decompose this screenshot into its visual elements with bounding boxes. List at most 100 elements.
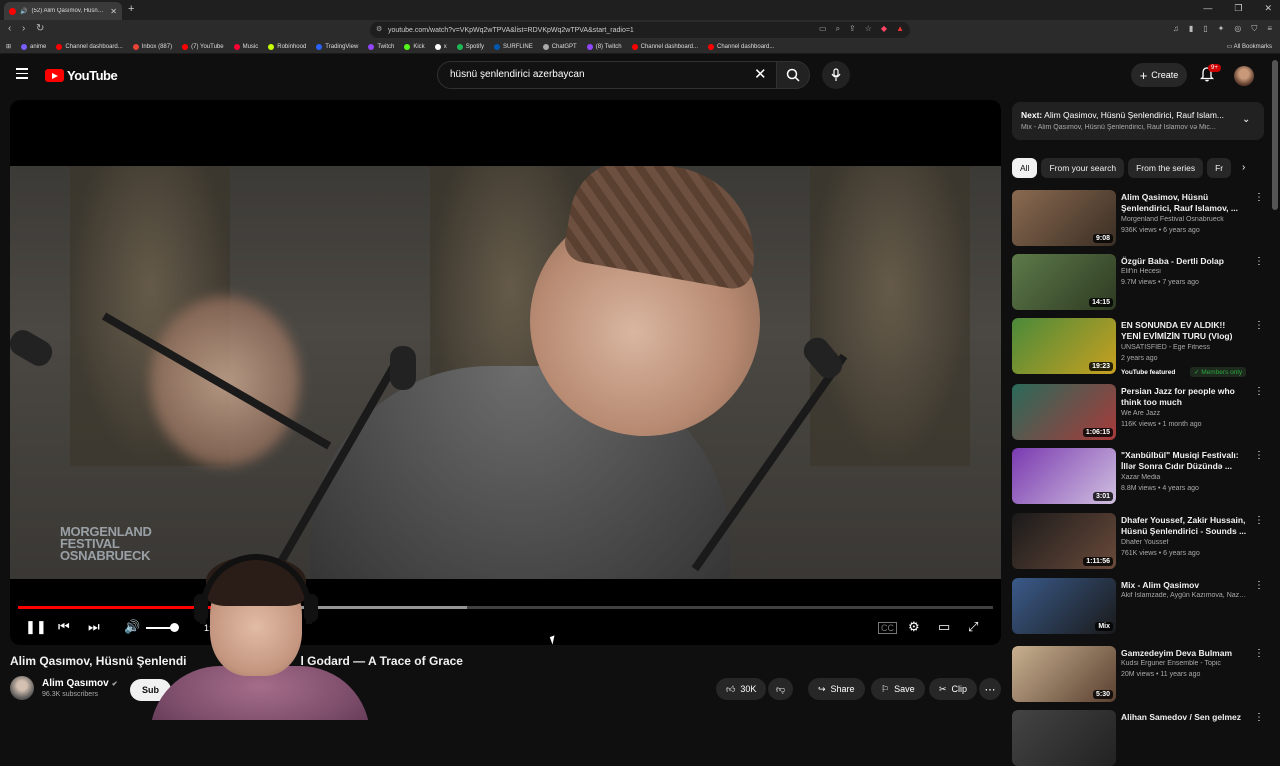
chip-from-your-search[interactable]: From your search (1041, 158, 1125, 178)
browser-tab[interactable]: 🔊 (52) Alim Qasımov, Hüsnü Şe ✕ (4, 2, 122, 20)
sidebar-icon[interactable]: ▮ (1189, 24, 1193, 34)
bookmark-anime[interactable]: anime (21, 43, 46, 50)
apps-icon[interactable]: ⊞ (6, 43, 11, 50)
site-info-icon[interactable]: ⚙ (376, 25, 382, 33)
menu-icon[interactable]: ≡ (1267, 24, 1272, 34)
shield-icon[interactable]: ⛉ (1251, 24, 1257, 34)
recommendation-channel[interactable]: Kudsi Erguner Ensemble - Topic (1121, 660, 1247, 667)
fullscreen-icon[interactable]: ⤢ (968, 619, 978, 635)
save-button[interactable]: ⚐ Save (871, 678, 925, 700)
close-tab-icon[interactable]: ✕ (110, 7, 117, 16)
recommendation-title[interactable]: "Xanbülbül" Musiqi Festivalı: İllər Sonr… (1121, 450, 1247, 472)
bookmark-star-icon[interactable]: ☆ (865, 24, 872, 34)
recommendation-title[interactable]: Mix - Alim Qasimov (1121, 580, 1247, 591)
recommendation-channel[interactable]: Akif Islamzade, Aygün Kazımova, Nazak... (1121, 592, 1247, 599)
reload-icon[interactable]: ↻ (36, 23, 44, 34)
bookmark-kick[interactable]: Kick (404, 43, 425, 50)
video-thumbnail[interactable]: 14:15 (1012, 254, 1116, 310)
recommendation-item[interactable]: 19:23 EN SONUNDA EV ALDIK!! YENİ EVİMİZİN… (1012, 318, 1264, 377)
more-options-icon[interactable]: ⋮ (1254, 712, 1264, 723)
recommendation-item[interactable]: 1:06:15 Persian Jazz for people who think… (1012, 384, 1264, 440)
video-thumbnail[interactable]: 1:06:15 (1012, 384, 1116, 440)
new-tab-button[interactable]: + (128, 3, 134, 15)
recommendation-item[interactable]: Alihan Samedov / Sen gelmez ⋮ (1012, 710, 1264, 766)
bookmark-youtube[interactable]: (7) YouTube (182, 43, 224, 50)
more-actions-icon[interactable]: ⋯ (979, 678, 1001, 700)
recommendation-title[interactable]: EN SONUNDA EV ALDIK!! YENİ EVİMİZİN TURU… (1121, 320, 1247, 342)
recommendation-channel[interactable]: We Are Jazz (1121, 410, 1247, 417)
extensions-icon[interactable]: ✦ (1218, 24, 1225, 34)
recommendation-channel[interactable]: Elif'in Hecesi (1121, 268, 1247, 275)
bookmark-surfline[interactable]: SURFLINE (494, 43, 533, 50)
hamburger-menu-icon[interactable] (16, 68, 28, 79)
video-frame[interactable]: MORGENLAND FESTIVAL OSNABRUECK (10, 166, 1001, 579)
media-icon[interactable]: ♫ (1173, 24, 1179, 34)
recommendation-channel[interactable]: UNSATISFIED - Ege Fitness (1121, 344, 1247, 351)
recommendation-item[interactable]: Mix Mix - Alim Qasimov Akif Islamzade, Ayg… (1012, 578, 1264, 634)
bookmark-robinhood[interactable]: Robinhood (268, 43, 306, 50)
more-options-icon[interactable]: ⋮ (1254, 648, 1264, 659)
bookmark-spotify[interactable]: Spotify (456, 43, 484, 50)
recommendation-item[interactable]: 3:01 "Xanbülbül" Musiqi Festivalı: İllər … (1012, 448, 1264, 504)
zoom-icon[interactable]: ⌕ (836, 24, 840, 34)
recommendation-channel[interactable]: Dhafer Youssef (1121, 539, 1247, 546)
chip-from-the-series[interactable]: From the series (1128, 158, 1204, 178)
video-thumbnail[interactable]: 9:08 (1012, 190, 1116, 246)
bookmark-channel-dashboard-3[interactable]: Channel dashboard... (708, 43, 774, 50)
video-thumbnail[interactable]: Mix (1012, 578, 1116, 634)
chip-all[interactable]: All (1012, 158, 1038, 178)
recommendation-title[interactable]: Alihan Samedov / Sen gelmez (1121, 712, 1247, 723)
maximize-button[interactable]: ❐ (1234, 3, 1242, 14)
recommendation-channel[interactable]: Morgenland Festival Osnabrueck (1121, 216, 1247, 223)
recommendation-item[interactable]: 9:08 Alim Qasimov, Hüsnü Şenlendirici, Ra… (1012, 190, 1264, 246)
minimize-button[interactable]: — (1203, 3, 1212, 14)
recommendation-title[interactable]: Özgür Baba - Dertli Dolap (1121, 256, 1247, 267)
video-thumbnail[interactable]: 5:30 (1012, 646, 1116, 702)
video-thumbnail[interactable]: 19:23 (1012, 318, 1116, 374)
captions-icon[interactable]: CC (878, 622, 897, 634)
search-input[interactable]: hüsnü şenlendirici azerbaycan (437, 61, 777, 89)
volume-icon[interactable]: 🔊 (124, 619, 140, 635)
bookmark-channel-dashboard-1[interactable]: Channel dashboard... (56, 43, 123, 50)
brave-shield-icon[interactable]: ◆ (881, 24, 887, 34)
all-bookmarks-button[interactable]: ▭ All Bookmarks (1227, 43, 1272, 50)
clip-button[interactable]: ✂ Clip (929, 678, 978, 700)
bookmark-twitch[interactable]: Twitch (368, 43, 394, 50)
more-options-icon[interactable]: ⋮ (1254, 515, 1264, 526)
create-button[interactable]: + Create (1131, 63, 1187, 87)
bookmark-twitch-2[interactable]: (8) Twitch (586, 43, 622, 50)
channel-avatar[interactable] (10, 676, 34, 700)
bookmark-music[interactable]: Music (233, 43, 258, 50)
cast-icon[interactable]: ▭ (819, 24, 827, 34)
like-button[interactable]: 👍︎ 30K (716, 678, 767, 700)
youtube-logo[interactable]: YouTube (45, 68, 118, 83)
forward-icon[interactable]: › (22, 23, 25, 34)
bookmark-channel-dashboard-2[interactable]: Channel dashboard... (631, 43, 698, 50)
video-thumbnail[interactable]: 3:01 (1012, 448, 1116, 504)
chevron-right-icon[interactable]: › (1242, 162, 1245, 173)
chevron-down-icon[interactable]: ⌄ (1242, 114, 1250, 125)
page-scrollbar[interactable] (1272, 60, 1278, 210)
voice-search-button[interactable] (822, 61, 850, 89)
recommendation-channel[interactable]: Xazar Media (1121, 474, 1247, 481)
recommendation-title[interactable]: Gamzedeyim Deva Bulmam (1121, 648, 1247, 659)
recommendation-item[interactable]: 14:15 Özgür Baba - Dertli Dolap Elif'in He… (1012, 254, 1264, 310)
wallet-icon[interactable]: ◎ (1234, 24, 1241, 34)
recommendation-item[interactable]: 5:30 Gamzedeyim Deva Bulmam Kudsi Erguner … (1012, 646, 1264, 702)
account-avatar[interactable] (1234, 66, 1254, 86)
more-options-icon[interactable]: ⋮ (1254, 192, 1264, 203)
recommendation-title[interactable]: Dhafer Youssef, Zakir Hussain, Hüsnü Şen… (1121, 515, 1247, 537)
previous-icon[interactable]: ⏮ (58, 619, 70, 635)
bookmark-inbox[interactable]: Inbox (887) (132, 43, 172, 50)
back-icon[interactable]: ‹ (8, 23, 11, 34)
address-bar[interactable]: ⚙ youtube.com/watch?v=VKpWq2wTPVA&list=R… (370, 22, 910, 38)
pause-icon[interactable]: ❚❚ (25, 619, 47, 635)
more-options-icon[interactable]: ⋮ (1254, 386, 1264, 397)
theater-mode-icon[interactable]: ▭ (938, 619, 950, 635)
chip-more[interactable]: Fr (1207, 158, 1232, 178)
split-icon[interactable]: ▯ (1203, 24, 1207, 34)
video-thumbnail[interactable] (1012, 710, 1116, 766)
next-icon[interactable]: ⏭ (88, 619, 100, 635)
more-options-icon[interactable]: ⋮ (1254, 580, 1264, 591)
extension-alert-icon[interactable]: ▲ (896, 24, 904, 34)
